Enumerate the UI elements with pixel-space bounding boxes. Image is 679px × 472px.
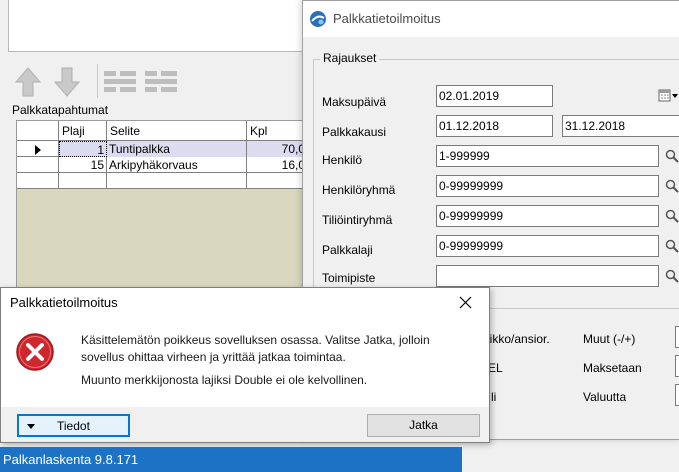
henkilo-label: Henkilö xyxy=(322,153,363,167)
row-pointer-icon xyxy=(35,145,41,155)
muut-field[interactable] xyxy=(675,326,679,348)
tiliointiryhma-label: Tiliöintiryhmä xyxy=(322,213,393,227)
app-globe-icon xyxy=(310,11,326,27)
error-detail: Muunto merkkijonosta lajiksi Double ei o… xyxy=(81,373,368,387)
valuutta-label: Valuutta xyxy=(583,390,627,404)
cell-kpl[interactable] xyxy=(247,173,307,189)
cell-selite[interactable]: Arkipyhäkorvaus xyxy=(107,157,247,173)
grid-header: Plaji Selite Kpl xyxy=(17,121,305,141)
toolbar-separator xyxy=(97,64,98,98)
filter-window-title: Palkkatietoilmoitus xyxy=(333,11,441,26)
error-dialog: Palkkatietoilmoitus Käsittelemätön poikk… xyxy=(0,287,490,443)
error-dialog-title: Palkkatietoilmoitus xyxy=(10,295,118,310)
maksetaan-label: Maksetaan xyxy=(583,361,642,375)
table-row-empty[interactable] xyxy=(17,173,305,189)
transactions-grid[interactable]: Plaji Selite Kpl 1 Tuntipalkka 70,0 15 A… xyxy=(16,120,307,288)
cell-selite[interactable] xyxy=(107,173,247,189)
search-icon[interactable] xyxy=(665,269,679,283)
el-label: EL xyxy=(488,361,503,375)
top-panel xyxy=(8,0,304,52)
delete-row-icon[interactable] xyxy=(143,68,179,94)
maksupaiva-date-field[interactable]: 02.01.2019 xyxy=(436,85,553,107)
table-row[interactable]: 1 Tuntipalkka 70,0 xyxy=(17,141,307,157)
close-button[interactable] xyxy=(443,288,489,317)
details-button-label: Tiedot xyxy=(57,419,90,433)
palkkakausi-from-value: 01.12.2018 xyxy=(439,119,500,133)
error-icon xyxy=(16,333,54,371)
tiliointiryhma-field[interactable]: 0-99999999 xyxy=(436,205,659,227)
continue-button[interactable]: Jatka xyxy=(367,414,480,437)
henkiloryhma-value: 0-99999999 xyxy=(439,179,504,193)
cell-plaji[interactable] xyxy=(59,173,107,189)
row-indicator-cell xyxy=(17,173,59,189)
grid-header-selite[interactable]: Selite xyxy=(107,121,247,141)
cell-kpl[interactable]: 70,0 xyxy=(247,141,307,157)
grid-header-indicator xyxy=(17,121,59,141)
cell-plaji[interactable]: 1 xyxy=(59,141,107,157)
search-icon[interactable] xyxy=(665,179,679,193)
henkiloryhma-label: Henkilöryhmä xyxy=(322,183,396,197)
row-indicator-cell xyxy=(17,157,59,173)
search-icon[interactable] xyxy=(665,209,679,223)
calendar-dropdown-icon[interactable] xyxy=(657,87,679,105)
muut-label: Muut (-/+) xyxy=(583,332,636,346)
row-indicator-cell xyxy=(17,141,59,157)
table-row[interactable]: 15 Arkipyhäkorvaus 16,0 xyxy=(17,157,305,173)
search-icon[interactable] xyxy=(665,149,679,163)
filter-window-titlebar[interactable]: Palkkatietoilmoitus xyxy=(303,1,679,37)
palkkakausi-to-field[interactable]: 31.12.2018 xyxy=(562,115,679,137)
chevron-down-icon xyxy=(27,424,35,429)
toimipiste-label: Toimipiste xyxy=(322,271,376,285)
maksetaan-field[interactable] xyxy=(675,355,679,377)
grid-header-kpl[interactable]: Kpl xyxy=(247,121,307,141)
toimipiste-field[interactable] xyxy=(436,265,659,287)
valuutta-field[interactable] xyxy=(675,384,679,406)
palkkalaji-field[interactable]: 0-99999999 xyxy=(436,235,659,257)
cell-plaji[interactable]: 15 xyxy=(59,157,107,173)
henkilo-field[interactable]: 1-999999 xyxy=(436,145,659,167)
grid-group-label: Palkkatapahtumat xyxy=(12,103,109,117)
grid-header-plaji[interactable]: Plaji xyxy=(59,121,107,141)
henkilo-value: 1-999999 xyxy=(439,149,490,163)
cell-selite[interactable]: Tuntipalkka xyxy=(107,141,247,157)
close-icon xyxy=(459,296,472,309)
palkkakausi-label: Palkkakausi xyxy=(322,125,387,139)
status-bar: Palkanlaskenta 9.8.171 xyxy=(0,447,462,472)
move-up-arrow-icon[interactable] xyxy=(14,66,42,98)
insert-row-icon[interactable] xyxy=(102,68,138,94)
rajaukset-group-label: Rajaukset xyxy=(320,51,380,65)
palkkalaji-label: Palkkalaji xyxy=(322,243,373,257)
search-icon[interactable] xyxy=(665,239,679,253)
error-dialog-titlebar[interactable]: Palkkatietoilmoitus xyxy=(1,288,489,317)
tiliointiryhma-value: 0-99999999 xyxy=(439,209,504,223)
error-dialog-body: Käsittelemätön poikkeus sovelluksen osas… xyxy=(1,317,489,407)
henkiloryhma-field[interactable]: 0-99999999 xyxy=(436,175,659,197)
error-message: Käsittelemätön poikkeus sovelluksen osas… xyxy=(81,333,430,364)
palkkalaji-value: 0-99999999 xyxy=(439,239,504,253)
palkkakausi-from-field[interactable]: 01.12.2018 xyxy=(436,115,553,137)
cell-kpl[interactable]: 16,0 xyxy=(247,157,307,173)
palkkakausi-to-value: 31.12.2018 xyxy=(565,119,626,133)
li-label: li xyxy=(491,390,497,404)
maksupaiva-label: Maksupäivä xyxy=(322,95,387,109)
move-down-arrow-icon[interactable] xyxy=(53,66,81,98)
maksupaiva-value: 02.01.2019 xyxy=(439,89,500,103)
details-button[interactable]: Tiedot xyxy=(17,414,130,437)
aikko-ansior-label: aikko/ansior. xyxy=(483,332,550,346)
